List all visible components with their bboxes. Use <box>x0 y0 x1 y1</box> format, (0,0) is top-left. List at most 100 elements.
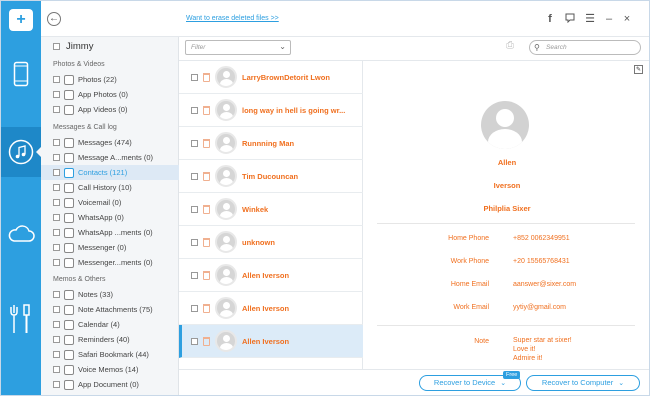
checkbox[interactable] <box>53 306 60 313</box>
checkbox[interactable] <box>53 91 60 98</box>
sidebar-item-reminders[interactable]: Reminders (40) <box>41 332 179 347</box>
menu-icon[interactable]: ☰ <box>584 13 596 25</box>
music-icon <box>8 139 34 165</box>
contact-name: Allen Iverson <box>242 336 290 346</box>
recover-to-computer-button[interactable]: Recover to Computer ⌄ <box>526 375 640 391</box>
checkbox[interactable] <box>53 169 60 176</box>
top-bar: ← Want to erase deleted files >> f ☰ – × <box>41 1 649 37</box>
checkbox[interactable] <box>53 76 60 83</box>
checkbox[interactable] <box>53 366 60 373</box>
sidebar-item-note-attachments[interactable]: Note Attachments (75) <box>41 302 179 317</box>
trash-icon <box>203 138 210 148</box>
sidebar-item-photos[interactable]: Photos (22) <box>41 72 179 87</box>
filter-dropdown[interactable]: Filter ⌄ <box>185 40 291 55</box>
contact-name: long way in hell is going wr... <box>242 105 346 115</box>
contact-detail-panel: ✎ Allen Iverson Philplia Sixer Home Phon… <box>363 61 649 369</box>
erase-files-link[interactable]: Want to erase deleted files >> <box>186 15 279 22</box>
contact-row[interactable]: unknown <box>179 226 363 259</box>
sidebar-item-calendar[interactable]: Calendar (4) <box>41 317 179 332</box>
edit-icon[interactable]: ✎ <box>634 65 643 74</box>
checkbox[interactable] <box>53 106 60 113</box>
avatar <box>215 198 237 220</box>
checkbox[interactable] <box>191 172 198 180</box>
sidebar-item-call-history[interactable]: Call History (10) <box>41 180 179 195</box>
contacts-icon <box>64 167 74 178</box>
sidebar-item-app-videos[interactable]: App Videos (0) <box>41 102 179 117</box>
checkbox[interactable] <box>53 321 60 328</box>
sidebar-item-safari-bookmark[interactable]: Safari Bookmark (44) <box>41 347 179 362</box>
call-history-icon <box>64 182 74 193</box>
sidebar-item-label: Messages (474) <box>78 138 132 147</box>
back-arrow-icon[interactable]: ← <box>47 12 61 26</box>
checkbox[interactable] <box>191 73 198 81</box>
sidebar-item-app-photos[interactable]: App Photos (0) <box>41 87 179 102</box>
rail-itunes-button[interactable] <box>1 127 41 177</box>
rail-tools-button[interactable] <box>1 295 41 345</box>
contact-row[interactable]: long way in hell is going wr... <box>179 94 363 127</box>
safari-bookmark-icon <box>64 349 74 360</box>
checkbox[interactable] <box>191 337 198 345</box>
sidebar-item-voice-memos[interactable]: Voice Memos (14) <box>41 362 179 377</box>
sidebar-item-whatsapp[interactable]: WhatsApp (0) <box>41 210 179 225</box>
contact-row[interactable]: LarryBrownDetorit Lwon <box>179 61 363 94</box>
sidebar-item-label: Reminders (40) <box>78 335 130 344</box>
contact-row[interactable]: Allen Iverson <box>179 259 363 292</box>
work-phone-label: Work Phone <box>450 258 489 265</box>
sidebar-item-label: Voice Memos (14) <box>78 365 139 374</box>
checkbox[interactable] <box>53 291 60 298</box>
sidebar-item-whatsapp-attachments[interactable]: WhatsApp ...ments (0) <box>41 225 179 240</box>
checkbox[interactable] <box>53 351 60 358</box>
contact-name: Tim Ducouncan <box>242 171 299 181</box>
facebook-icon[interactable]: f <box>544 13 556 25</box>
search-input[interactable]: ⚲ Search <box>529 40 641 55</box>
sidebar-item-app-document[interactable]: App Document (0) <box>41 377 179 392</box>
checkbox[interactable] <box>191 139 198 147</box>
checkbox[interactable] <box>191 205 198 213</box>
sidebar-item-messages[interactable]: Messages (474) <box>41 135 179 150</box>
checkbox[interactable] <box>53 184 60 191</box>
checkbox[interactable] <box>53 139 60 146</box>
photos-icon <box>64 74 74 85</box>
sidebar-item-messenger-attachments[interactable]: Messenger...ments (0) <box>41 255 179 270</box>
contact-row[interactable]: Tim Ducouncan <box>179 160 363 193</box>
action-bar: Recover to Device ⌄ Free Recover to Compu… <box>179 369 649 395</box>
work-email-label: Work Email <box>453 304 489 311</box>
sidebar-item-message-attachments[interactable]: Message A...ments (0) <box>41 150 179 165</box>
checkbox[interactable] <box>53 381 60 388</box>
sidebar-item-messenger[interactable]: Messenger (0) <box>41 240 179 255</box>
rail-icloud-button[interactable] <box>1 209 41 259</box>
sidebar-item-voicemail[interactable]: Voicemail (0) <box>41 195 179 210</box>
whatsapp-icon <box>64 212 74 223</box>
trash-icon <box>203 270 210 280</box>
minimize-icon[interactable]: – <box>603 13 615 25</box>
contact-row[interactable]: Allen Iverson <box>179 292 363 325</box>
checkbox[interactable] <box>191 271 198 279</box>
checkbox[interactable] <box>53 229 60 236</box>
rail-device-button[interactable] <box>1 49 41 99</box>
device-owner-row[interactable]: Jimmy <box>53 41 93 52</box>
checkbox[interactable] <box>53 244 60 251</box>
contact-last-name: Iverson <box>493 181 521 190</box>
contact-row[interactable]: Runnning Man <box>179 127 363 160</box>
feedback-icon[interactable] <box>564 13 576 26</box>
sidebar-item-notes[interactable]: Notes (33) <box>41 287 179 302</box>
checkbox[interactable] <box>191 238 198 246</box>
message-attachments-icon <box>64 152 74 163</box>
checkbox[interactable] <box>191 106 198 114</box>
contact-row[interactable]: Winkek <box>179 193 363 226</box>
checkbox[interactable] <box>53 199 60 206</box>
sidebar-item-contacts[interactable]: Contacts (121) <box>41 165 179 180</box>
checkbox[interactable] <box>53 259 60 266</box>
checkbox[interactable] <box>191 304 198 312</box>
checkbox[interactable] <box>53 154 60 161</box>
contact-row-selected[interactable]: Allen Iverson <box>179 325 363 358</box>
printer-icon[interactable]: ⎙ <box>504 40 516 52</box>
checkbox[interactable] <box>53 336 60 343</box>
close-icon[interactable]: × <box>621 13 633 25</box>
cloud-icon <box>8 225 35 242</box>
avatar <box>215 231 237 253</box>
checkbox[interactable] <box>53 214 60 221</box>
trash-icon <box>203 237 210 247</box>
owner-checkbox[interactable] <box>53 43 60 50</box>
app-window: + ← Want to erase deleted files >> f ☰ –… <box>0 0 650 396</box>
